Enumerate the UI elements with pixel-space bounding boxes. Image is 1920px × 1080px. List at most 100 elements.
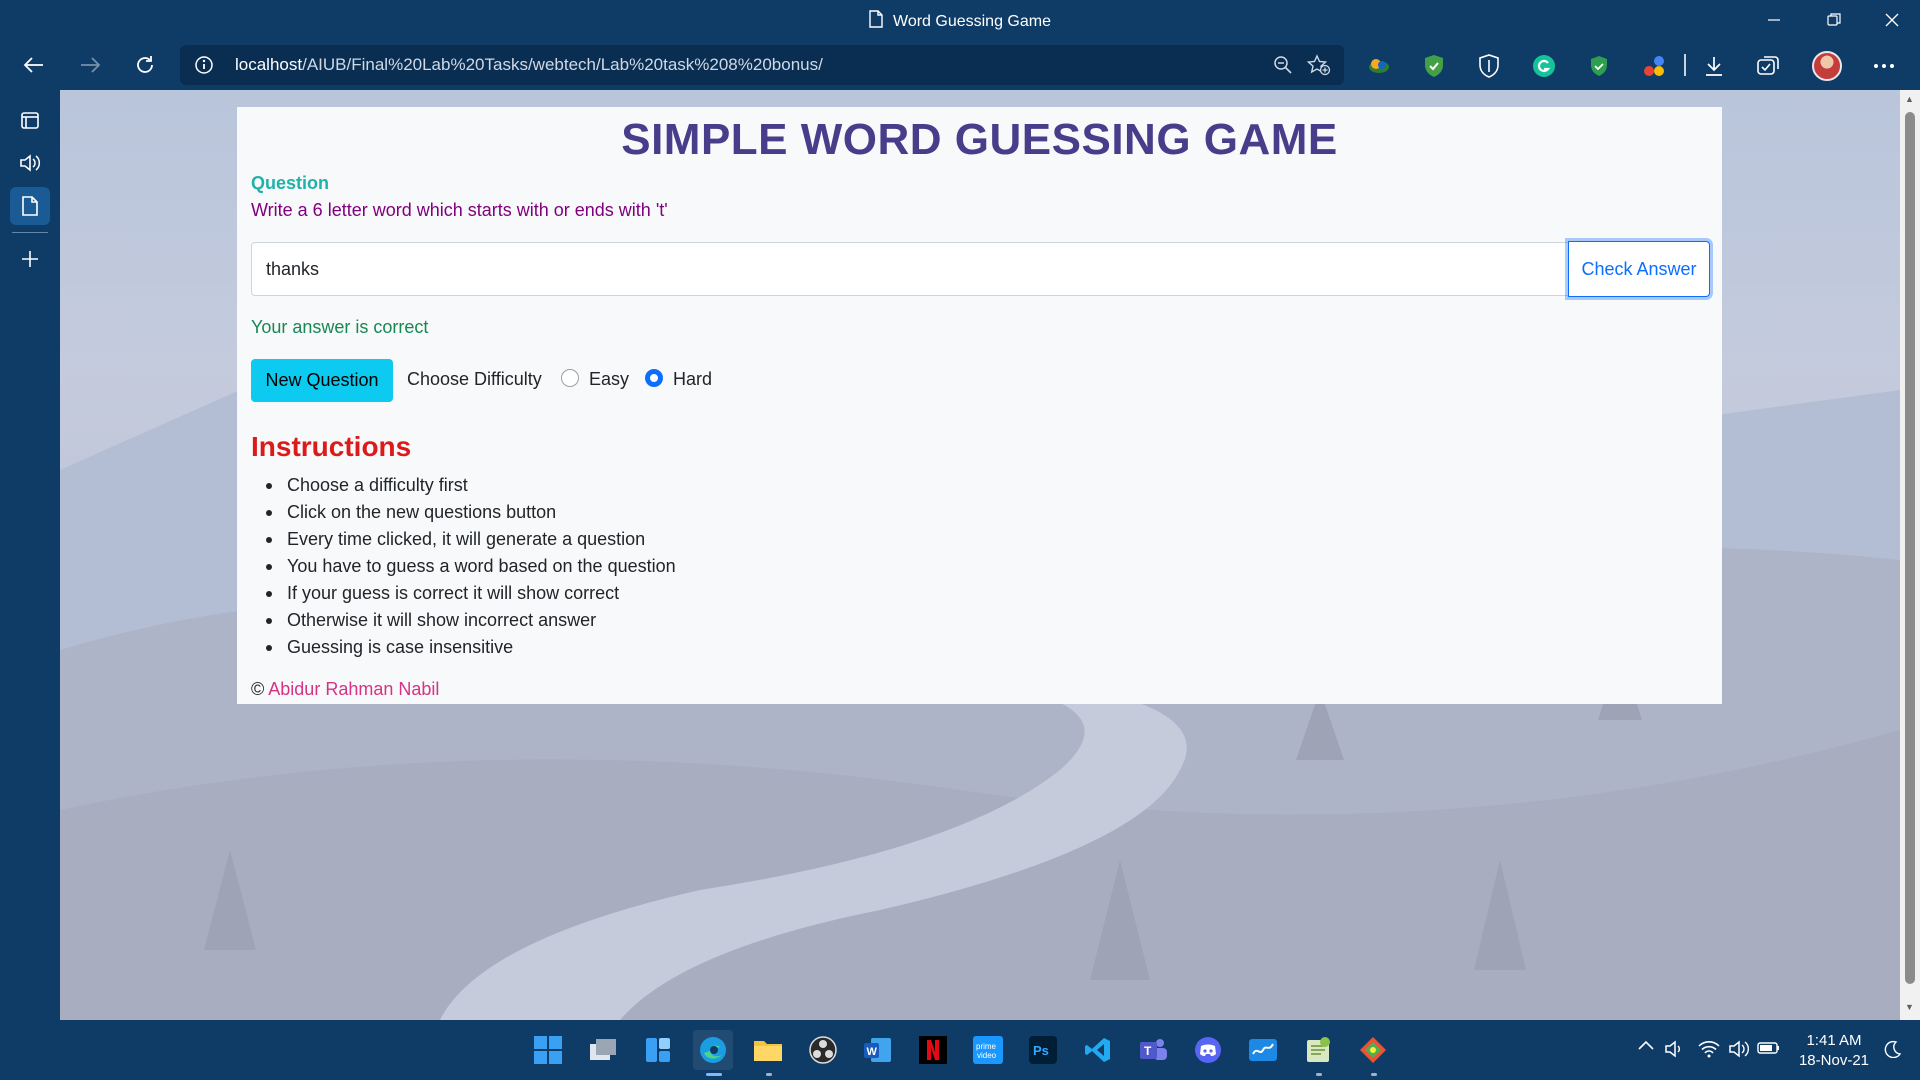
zoom-out-icon[interactable] [1268, 53, 1298, 77]
minimize-button[interactable] [1746, 0, 1802, 40]
battery-icon[interactable] [1756, 1040, 1782, 1056]
instructions-title: Instructions [251, 431, 412, 462]
list-item: Every time clicked, it will generate a q… [251, 526, 676, 553]
list-item: Guessing is case insensitive [251, 634, 676, 661]
start-windows-icon[interactable] [528, 1030, 568, 1070]
photoshop-icon[interactable]: Ps [1023, 1030, 1063, 1070]
game-card: SIMPLE WORD GUESSING GAME Question Write… [237, 107, 1722, 704]
profile-avatar[interactable] [1812, 51, 1842, 81]
file-explorer-icon[interactable] [748, 1030, 788, 1070]
collections-icon[interactable] [1754, 52, 1782, 80]
tab-actions-icon[interactable] [10, 101, 50, 139]
svg-text:T: T [1144, 1044, 1152, 1058]
difficulty-easy-label[interactable]: Easy [589, 369, 629, 390]
widgets-icon[interactable] [638, 1030, 678, 1070]
back-button[interactable] [16, 48, 52, 82]
difficulty-easy-radio[interactable] [561, 369, 579, 387]
refresh-button[interactable] [127, 48, 163, 82]
git-kraken-icon[interactable] [1353, 1030, 1393, 1070]
url-text[interactable]: localhost/AIUB/Final%20Lab%20Tasks/webte… [235, 55, 823, 75]
author-link[interactable]: Abidur Rahman Nabil [268, 679, 439, 699]
restore-button[interactable] [1806, 0, 1862, 40]
scroll-up-icon[interactable]: ▲ [1905, 94, 1914, 104]
explorer-indicator [766, 1073, 772, 1076]
speaker-icon[interactable] [1662, 1040, 1688, 1058]
check-answer-button[interactable]: Check Answer [1568, 241, 1710, 297]
sidebar-divider [12, 232, 48, 233]
edge-active-indicator [706, 1073, 722, 1076]
page-viewport: SIMPLE WORD GUESSING GAME Question Write… [60, 90, 1900, 1020]
new-question-button[interactable]: New Question [251, 359, 393, 402]
extension-dots-icon[interactable] [1640, 52, 1668, 80]
add-favorite-icon[interactable] [1304, 53, 1334, 77]
volume-icon[interactable] [1726, 1040, 1752, 1058]
difficulty-label: Choose Difficulty [407, 369, 542, 389]
vscode-icon[interactable] [1078, 1030, 1118, 1070]
grammarly-icon[interactable] [1530, 52, 1558, 80]
task-view-icon[interactable] [583, 1030, 623, 1070]
browser-title-bar: Word Guessing Game [0, 0, 1920, 40]
footer: © Abidur Rahman Nabil [251, 679, 439, 700]
clock-date: 18-Nov-21 [1798, 1052, 1870, 1069]
address-bar[interactable]: localhost/AIUB/Final%20Lab%20Tasks/webte… [180, 45, 1344, 85]
downloads-icon[interactable] [1700, 52, 1728, 80]
notepad-plus-icon[interactable] [1298, 1030, 1338, 1070]
new-tab-plus-icon[interactable] [10, 240, 50, 278]
difficulty-hard-label[interactable]: Hard [673, 369, 712, 390]
shield-check-icon[interactable] [1420, 52, 1448, 80]
discord-icon[interactable] [1188, 1030, 1228, 1070]
forward-button[interactable] [72, 48, 108, 82]
clock-time: 1:41 AM [1806, 1032, 1862, 1049]
url-path: /AIUB/Final%20Lab%20Tasks/webtech/Lab%20… [302, 55, 823, 74]
browser-toolbar: localhost/AIUB/Final%20Lab%20Tasks/webte… [0, 40, 1920, 90]
svg-text:video: video [977, 1051, 997, 1060]
show-hidden-icons-chevron-icon[interactable] [1636, 1040, 1656, 1050]
git-indicator [1371, 1073, 1377, 1076]
window-title: Word Guessing Game [0, 10, 1920, 33]
question-label: Question [251, 173, 330, 193]
url-host: localhost [235, 55, 303, 74]
info-icon[interactable] [194, 55, 214, 80]
page-title: SIMPLE WORD GUESSING GAME [621, 115, 1338, 164]
system-clock[interactable]: 1:41 AM 18-Nov-21 [1792, 1031, 1876, 1071]
extension-ball-icon[interactable] [1365, 52, 1393, 80]
question-text: Write a 6 letter word which starts with … [251, 200, 668, 220]
svg-text:prime: prime [976, 1042, 997, 1051]
list-item: Click on the new questions button [251, 499, 676, 526]
wifi-icon[interactable] [1696, 1040, 1722, 1058]
window-title-text: Word Guessing Game [893, 13, 1051, 30]
audio-tab-icon[interactable] [10, 144, 50, 182]
difficulty-hard-radio[interactable] [645, 369, 663, 387]
instructions-list: Choose a difficulty first Click on the n… [251, 472, 676, 661]
notepad-indicator [1316, 1073, 1322, 1076]
page-icon [869, 10, 883, 33]
list-item: Otherwise it will show incorrect answer [251, 607, 676, 634]
svg-text:Ps: Ps [1033, 1043, 1049, 1058]
result-message: Your answer is correct [251, 317, 429, 337]
windows-taskbar: W prime video Ps T 1:41 AM 18-Nov-21 [0, 1020, 1920, 1080]
word-icon[interactable]: W [858, 1030, 898, 1070]
edge-browser-icon[interactable] [693, 1030, 733, 1070]
prime-video-icon[interactable]: prime video [968, 1030, 1008, 1070]
copyright-symbol: © [251, 679, 265, 699]
netflix-icon[interactable] [913, 1030, 953, 1070]
close-window-button[interactable] [1864, 0, 1920, 40]
vertical-tabs-sidebar [0, 90, 60, 1020]
obs-studio-icon[interactable] [803, 1030, 843, 1070]
brave-shield-icon[interactable] [1475, 52, 1503, 80]
list-item: If your guess is correct it will show co… [251, 580, 676, 607]
list-item: You have to guess a word based on the qu… [251, 553, 676, 580]
list-item: Choose a difficulty first [251, 472, 676, 499]
current-tab-page-icon[interactable] [10, 187, 50, 225]
vertical-scrollbar[interactable]: ▲ ▼ [1900, 90, 1920, 1020]
focus-assist-moon-icon[interactable] [1880, 1040, 1906, 1058]
whiteboard-icon[interactable] [1243, 1030, 1283, 1070]
password-manager-icon[interactable] [1585, 52, 1613, 80]
more-menu-icon[interactable] [1870, 52, 1898, 80]
scrollbar-thumb[interactable] [1905, 112, 1915, 984]
teams-icon[interactable]: T [1133, 1030, 1173, 1070]
answer-input[interactable] [251, 242, 1569, 296]
toolbar-separator [1684, 54, 1686, 76]
svg-text:W: W [867, 1046, 878, 1058]
scroll-down-icon[interactable]: ▼ [1905, 1002, 1914, 1012]
